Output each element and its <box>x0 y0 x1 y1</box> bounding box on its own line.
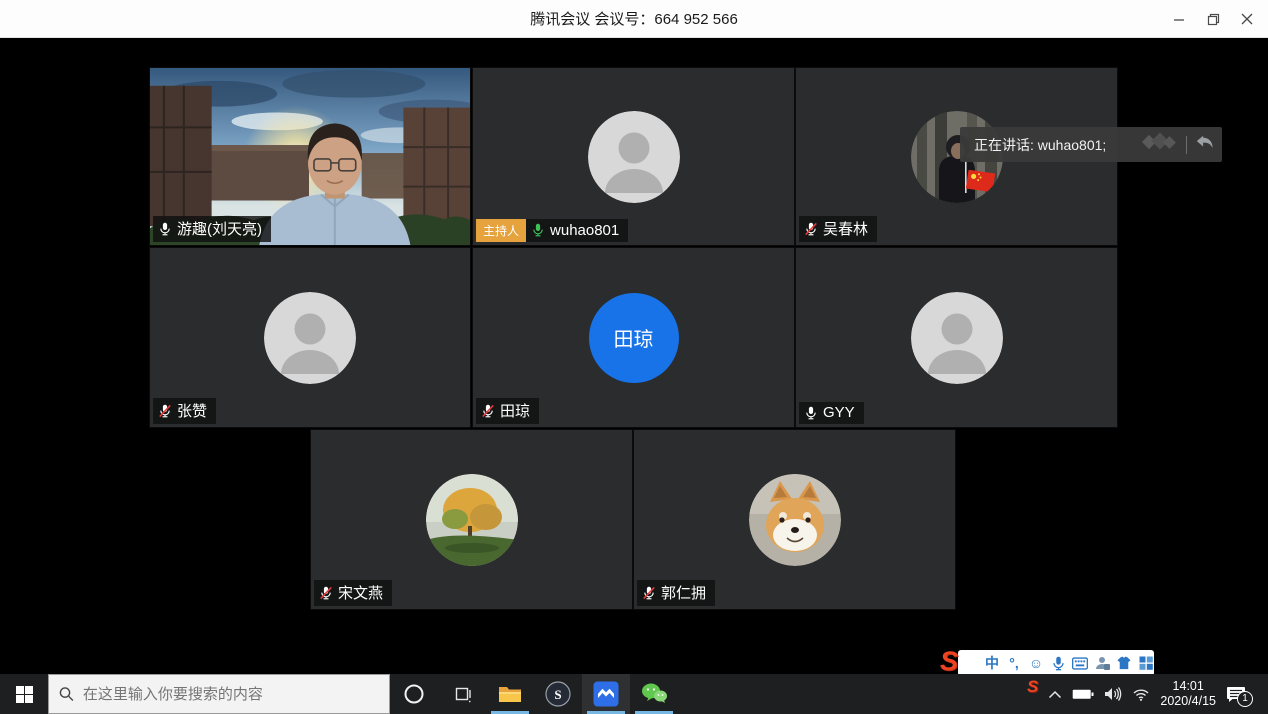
video-tile-wuhao801[interactable]: 主持人 wuhao801 <box>472 67 795 246</box>
participant-name: 游趣(刘天亮) <box>177 218 262 239</box>
participant-label: 游趣(刘天亮) <box>153 216 271 242</box>
video-tile-guorenyong[interactable]: 郭仁拥 <box>633 429 956 610</box>
sogou-browser-button[interactable]: S <box>534 674 582 714</box>
gray-silhouette-avatar <box>588 111 680 203</box>
file-explorer-icon <box>498 685 522 704</box>
participant-name: wuhao801 <box>550 222 619 239</box>
account-icon[interactable] <box>1094 656 1110 670</box>
mic-muted-icon <box>804 222 818 236</box>
mic-on-icon <box>158 222 172 236</box>
gray-silhouette-avatar <box>911 292 1003 384</box>
tray-date: 2020/4/15 <box>1160 694 1216 709</box>
window-title: 腾讯会议 会议号：664 952 566 <box>530 8 738 29</box>
volume-icon[interactable] <box>1104 687 1122 701</box>
mic-muted-icon <box>158 404 172 418</box>
emoji-icon[interactable]: ☺ <box>1028 655 1044 671</box>
mic-muted-icon <box>642 586 656 600</box>
battery-icon[interactable] <box>1072 688 1094 700</box>
wifi-icon[interactable] <box>1132 687 1150 701</box>
mic-muted-icon <box>319 586 333 600</box>
taskbar-search[interactable] <box>48 674 390 714</box>
windows-logo-icon <box>16 686 33 703</box>
avatar-initials: 田琼 <box>614 323 654 352</box>
file-explorer-button[interactable] <box>486 674 534 714</box>
participant-name: 郭仁拥 <box>661 582 706 603</box>
soft-keyboard-icon[interactable] <box>1072 657 1088 670</box>
action-center-button[interactable]: 1 <box>1226 686 1246 703</box>
participant-name: 宋文燕 <box>338 582 383 603</box>
hidden-icons-chevron[interactable] <box>1048 690 1062 699</box>
participant-label: 主持人 wuhao801 <box>476 219 628 242</box>
close-button[interactable] <box>1230 4 1264 34</box>
host-badge: 主持人 <box>476 219 526 242</box>
collapse-arrow-icon[interactable] <box>1194 133 1214 156</box>
photo-autumn-avatar <box>426 474 518 566</box>
mic-on-icon <box>804 406 818 420</box>
participant-label: 田琼 <box>476 398 539 424</box>
gray-silhouette-avatar <box>264 292 356 384</box>
chinese-mode-icon[interactable]: 中 <box>984 653 1000 673</box>
system-tray: S 14:01 2020/4/15 <box>1027 674 1268 714</box>
tray-time: 14:01 <box>1160 679 1216 694</box>
close-icon <box>1241 13 1253 25</box>
participant-label: 张赞 <box>153 398 216 424</box>
video-tile-tianqiong[interactable]: 田琼 田琼 <box>472 247 795 428</box>
search-icon <box>59 686 74 702</box>
mic-muted-icon <box>481 404 495 418</box>
sogou-logo-icon[interactable]: S <box>940 646 958 677</box>
voice-input-icon[interactable] <box>1050 656 1066 671</box>
mic-speaking-icon <box>531 223 545 237</box>
notification-badge: 1 <box>1237 691 1253 707</box>
meeting-window-titlebar[interactable]: 腾讯会议 会议号：664 952 566 <box>0 0 1268 38</box>
task-view-button[interactable] <box>438 674 486 714</box>
participant-name: 张赞 <box>177 400 207 421</box>
minimize-icon <box>1173 13 1185 25</box>
tray-clock[interactable]: 14:01 2020/4/15 <box>1160 679 1216 709</box>
cortana-icon <box>403 683 425 705</box>
meeting-video-grid: 游趣(刘天亮) 主持人 wuhao801 <box>0 38 1268 674</box>
skin-icon[interactable] <box>1116 656 1132 670</box>
participant-label: GYY <box>799 402 864 424</box>
photo-dog-avatar <box>749 474 841 566</box>
punctuation-icon[interactable]: °, <box>1006 655 1022 671</box>
window-controls <box>1162 0 1264 38</box>
video-tile-gyy[interactable]: GYY <box>795 247 1118 428</box>
windows-taskbar: S S <box>0 674 1268 714</box>
participant-label: 郭仁拥 <box>637 580 715 606</box>
wechat-icon <box>641 682 668 706</box>
participant-label: 宋文燕 <box>314 580 392 606</box>
desktop-screen: 腾讯会议 会议号：664 952 566 <box>0 0 1268 714</box>
participant-name: GYY <box>823 404 855 421</box>
participant-name: 田琼 <box>500 400 530 421</box>
search-input[interactable] <box>83 686 379 703</box>
minimize-button[interactable] <box>1162 4 1196 34</box>
toolbox-icon[interactable] <box>1138 656 1154 670</box>
toast-divider <box>1186 136 1187 154</box>
tencent-meeting-button[interactable] <box>582 674 630 714</box>
speaking-toast-text: 正在讲话: wuhao801; <box>974 135 1138 155</box>
video-tile-zhangzan[interactable]: 张赞 <box>149 247 471 428</box>
meeting-logo-icon <box>1138 131 1182 158</box>
wechat-button[interactable] <box>630 674 678 714</box>
sogou-browser-icon: S <box>545 681 571 707</box>
video-tile-songwenyan[interactable]: 宋文燕 <box>310 429 633 610</box>
cortana-button[interactable] <box>390 674 438 714</box>
participant-name: 吴春林 <box>823 218 868 239</box>
sogou-tray-icon[interactable]: S <box>1027 677 1038 697</box>
sogou-ime-toolbar[interactable]: S 中 °, ☺ <box>958 650 1154 676</box>
blue-initials-avatar: 田琼 <box>589 293 679 383</box>
restore-button[interactable] <box>1196 4 1230 34</box>
restore-icon <box>1207 13 1220 26</box>
start-button[interactable] <box>0 674 48 714</box>
task-view-icon <box>453 686 472 703</box>
video-tile-youqu[interactable]: 游趣(刘天亮) <box>149 67 471 246</box>
svg-text:S: S <box>554 687 561 702</box>
participant-label: 吴春林 <box>799 216 877 242</box>
tencent-meeting-icon <box>593 681 619 707</box>
speaking-toast: 正在讲话: wuhao801; <box>960 127 1222 162</box>
